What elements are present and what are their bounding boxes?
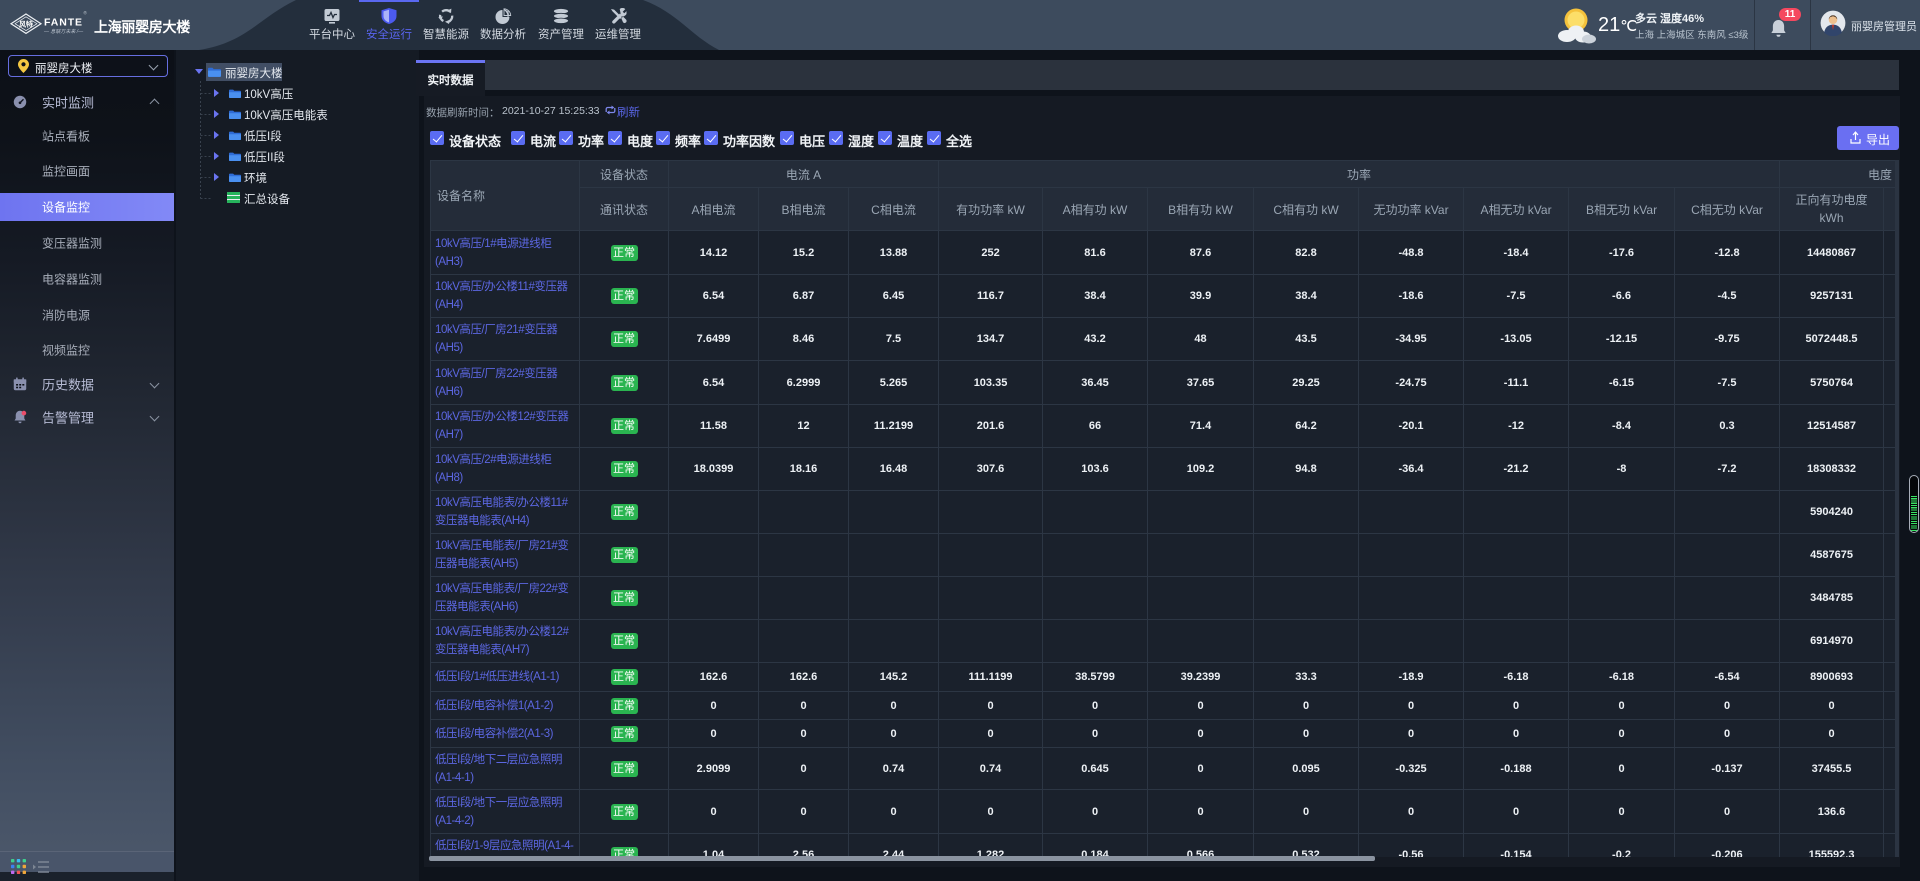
svg-text:®: ® [84, 10, 88, 16]
svg-text:— 息联万未来 /—: — 息联万未来 /— [43, 28, 84, 35]
svg-text:FANTE: FANTE [44, 17, 83, 29]
svg-text:风特: 风特 [19, 19, 33, 28]
